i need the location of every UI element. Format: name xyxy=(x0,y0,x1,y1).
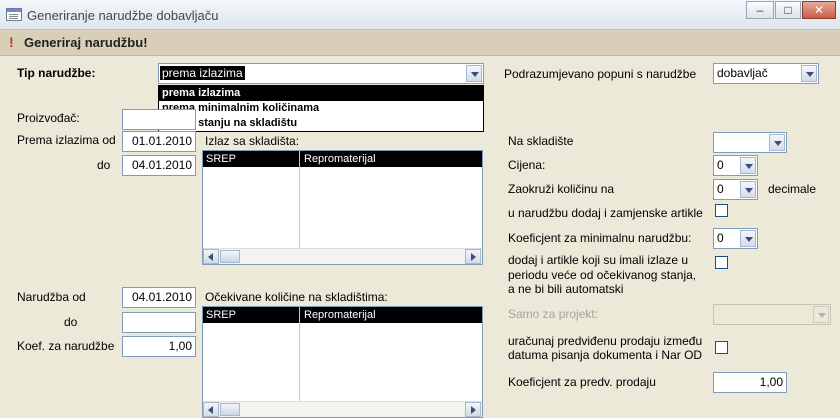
chevron-down-icon[interactable] xyxy=(466,65,482,82)
koef-narudzbe-label: Koef. za narudžbe xyxy=(17,339,115,353)
cijena-combo[interactable]: 0 xyxy=(713,155,758,176)
form-icon xyxy=(6,8,22,21)
koef-min-label: Koeficjent za minimalnu narudžbu: xyxy=(508,231,692,245)
narudzba-do-label: do xyxy=(64,315,78,329)
decimale-label: decimale xyxy=(768,182,817,196)
izlaz-label: Izlaz sa skladišta: xyxy=(205,134,300,148)
scroll-left-icon[interactable] xyxy=(203,402,219,417)
izlaz-listbox[interactable]: SREP Repromaterijal xyxy=(202,150,483,265)
zamjenske-checkbox[interactable] xyxy=(715,204,728,217)
close-button[interactable]: ✕ xyxy=(802,1,836,19)
tip-narudzbe-value: prema izlazima xyxy=(160,66,245,80)
narudzba-od-input[interactable]: 04.01.2010 xyxy=(122,287,196,308)
prema-izlazima-do-input[interactable]: 04.01.2010 xyxy=(122,155,196,176)
dodaj-label: dodaj i artikle koji su imali izlaze u p… xyxy=(508,253,697,296)
ocekivane-col-repromaterijal[interactable]: Repromaterijal xyxy=(304,307,376,323)
dropdown-option[interactable]: prema izlazima xyxy=(159,86,483,101)
scroll-left-icon[interactable] xyxy=(203,249,219,264)
samo-projekt-label: Samo za projekt: xyxy=(508,307,599,321)
koef-narudzbe-input[interactable]: 1,00 xyxy=(122,336,196,357)
tip-narudzbe-label: Tip narudžbe: xyxy=(17,66,96,80)
chevron-down-icon[interactable] xyxy=(740,157,756,174)
tip-narudzbe-dropdown: prema izlazima prema minimalnim količina… xyxy=(158,85,484,132)
zaokruzi-combo[interactable]: 0 xyxy=(713,179,758,200)
prema-izlazima-od-label: Prema izlazima od xyxy=(17,133,116,147)
scroll-right-icon[interactable] xyxy=(465,249,481,264)
chevron-down-icon[interactable] xyxy=(813,306,829,323)
scroll-right-icon[interactable] xyxy=(465,402,481,417)
dodaj-checkbox[interactable] xyxy=(715,256,728,269)
column-divider xyxy=(299,307,300,401)
maximize-button[interactable]: □ xyxy=(775,1,801,19)
ocekivane-listbox[interactable]: SREP Repromaterijal xyxy=(202,306,483,418)
na-skladiste-label: Na skladište xyxy=(508,134,574,148)
zaokruzi-value: 0 xyxy=(717,182,724,196)
chevron-down-icon[interactable] xyxy=(740,230,756,247)
zamjenske-label: u narudžbu dodaj i zamjenske artikle xyxy=(508,206,703,220)
zaokruzi-label: Zaokruži količinu na xyxy=(508,182,615,196)
na-skladiste-combo[interactable] xyxy=(713,132,787,153)
minimize-button[interactable]: – xyxy=(746,1,774,19)
prema-izlazima-do-label: do xyxy=(97,158,111,172)
prema-izlazima-od-input[interactable]: 01.01.2010 xyxy=(122,131,196,152)
chevron-down-icon[interactable] xyxy=(740,181,756,198)
tip-narudzbe-combo[interactable]: prema izlazima xyxy=(158,63,484,84)
narudzba-od-label: Narudžba od xyxy=(17,290,86,304)
koef-min-value: 0 xyxy=(717,231,724,245)
ocekivane-col-srep[interactable]: SREP xyxy=(206,307,236,323)
proizvodac-label: Proizvođač: xyxy=(17,111,80,125)
koef-predv-label: Koeficjent za predv. prodaju xyxy=(508,375,656,389)
cijena-label: Cijena: xyxy=(508,158,546,172)
uracunaj-checkbox[interactable] xyxy=(715,341,728,354)
window-title: Generiranje narudžbe dobavljaču xyxy=(27,8,219,23)
chevron-down-icon[interactable] xyxy=(769,134,785,151)
podrazumijevano-label: Podrazumjevano popuni s narudžbe xyxy=(504,67,697,81)
koef-min-combo[interactable]: 0 xyxy=(713,228,758,249)
form-header-title: Generiraj narudžbu! xyxy=(24,35,148,50)
cijena-value: 0 xyxy=(717,158,724,172)
horizontal-scrollbar[interactable] xyxy=(203,248,482,264)
horizontal-scrollbar[interactable] xyxy=(203,401,482,417)
chevron-down-icon[interactable] xyxy=(801,65,817,82)
dropdown-option[interactable]: prema minimalnim količinama xyxy=(159,101,483,116)
podrazumijevano-value: dobavljač xyxy=(717,66,768,80)
exclamation-icon: ! xyxy=(9,34,14,50)
izlaz-col-repromaterijal[interactable]: Repromaterijal xyxy=(304,151,376,167)
uracunaj-label: uračunaj predviđenu prodaju između datum… xyxy=(508,334,703,362)
dropdown-option[interactable]: prema stanju na skladištu xyxy=(159,116,483,131)
narudzba-do-input[interactable] xyxy=(122,312,196,333)
podrazumijevano-combo[interactable]: dobavljač xyxy=(713,63,819,84)
izlaz-col-srep[interactable]: SREP xyxy=(206,151,236,167)
koef-predv-input[interactable]: 1,00 xyxy=(713,372,787,393)
ocekivane-label: Očekivane količine na skladištima: xyxy=(205,290,388,304)
column-divider xyxy=(299,151,300,248)
scroll-thumb[interactable] xyxy=(220,403,240,416)
samo-projekt-combo[interactable] xyxy=(713,304,831,325)
proizvodac-input[interactable] xyxy=(122,109,196,130)
scroll-thumb[interactable] xyxy=(220,250,240,263)
